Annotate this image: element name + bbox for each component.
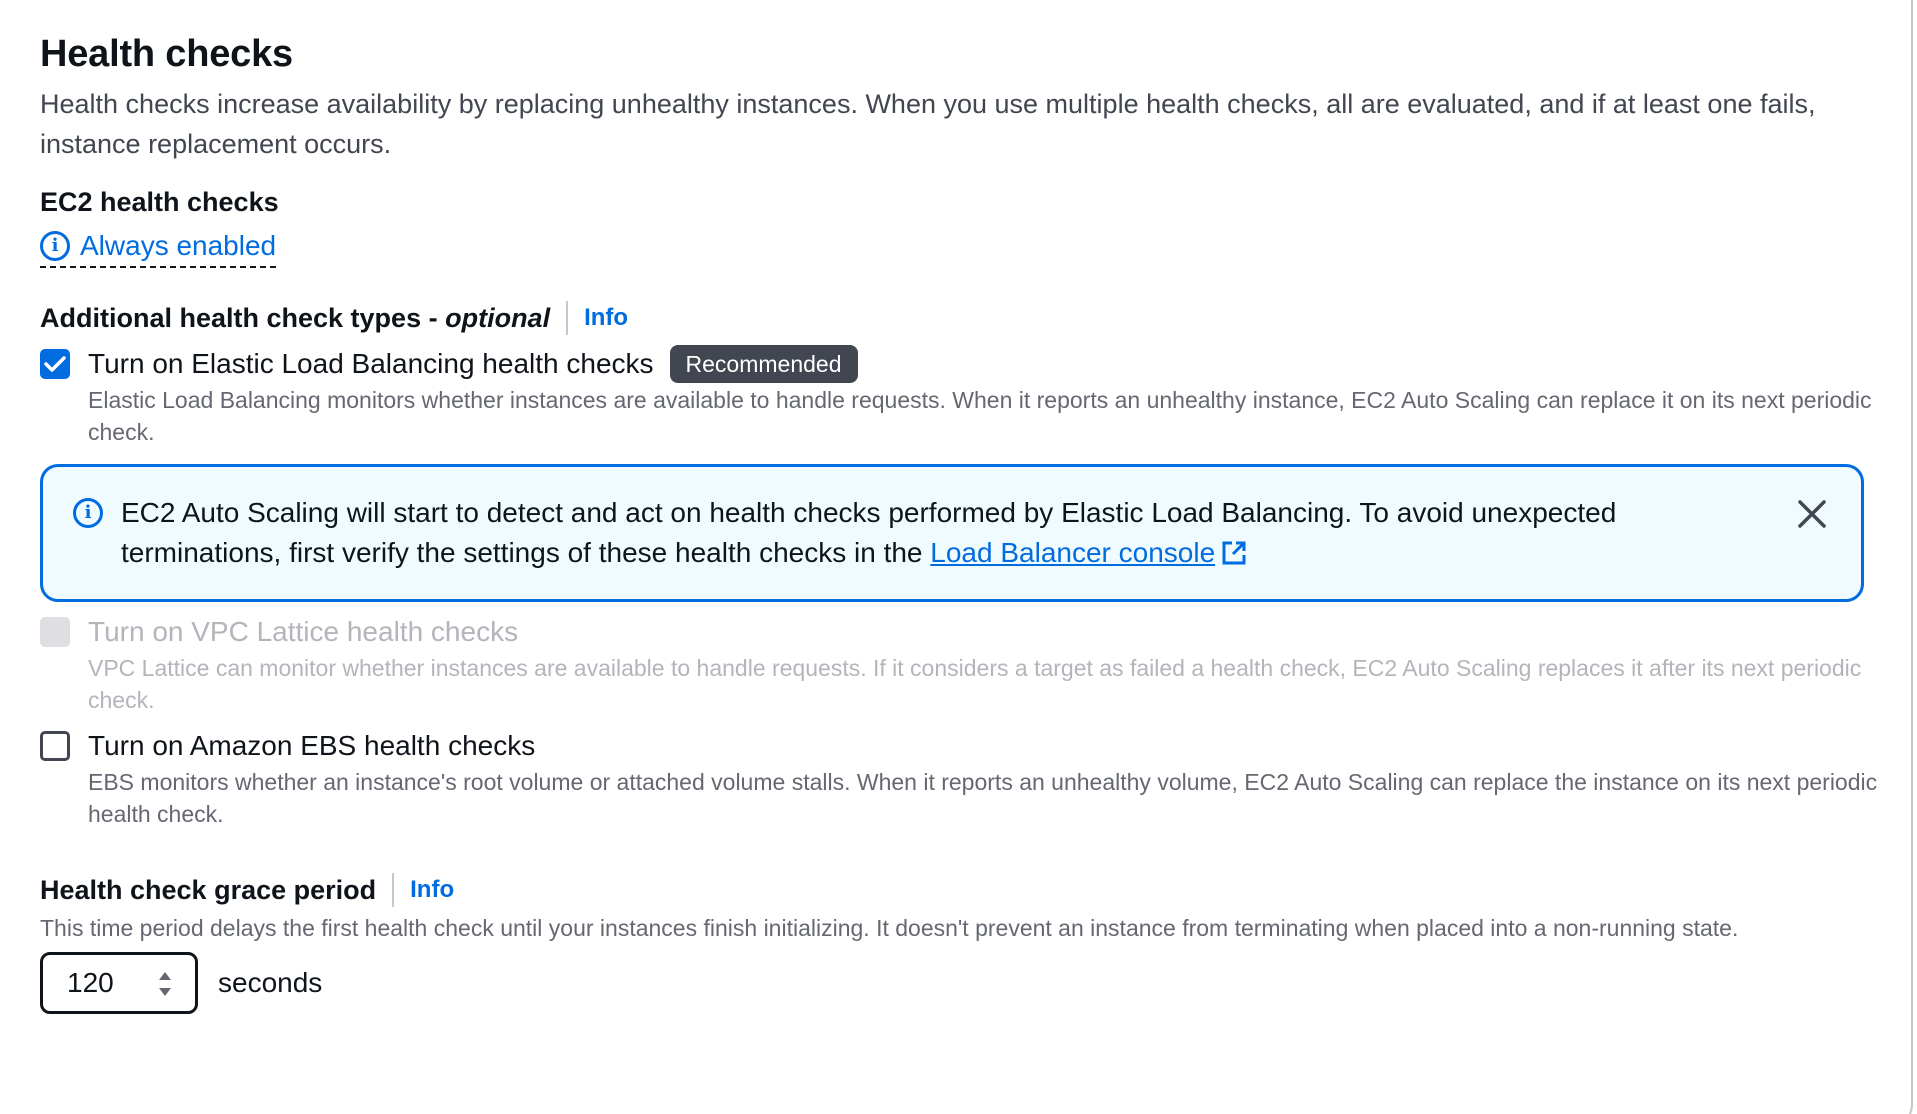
page: Health checks Health checks increase ava… bbox=[0, 0, 1917, 1114]
grace-period-description: This time period delays the first health… bbox=[40, 915, 1739, 941]
grace-period-unit: seconds bbox=[218, 967, 323, 998]
check-icon bbox=[44, 356, 66, 372]
grace-label-divider bbox=[392, 873, 395, 907]
alert-message: EC2 Auto Scaling will start to detect an… bbox=[121, 497, 1617, 568]
additional-info-link[interactable]: Info bbox=[584, 304, 628, 332]
alert-close-icon[interactable] bbox=[1795, 497, 1829, 531]
grace-period-label: Health check grace period bbox=[40, 875, 377, 905]
additional-health-checks-group: Additional health check types - optional… bbox=[40, 298, 1880, 830]
grace-period-group: Health check grace period Info This time… bbox=[40, 870, 1880, 1014]
elb-health-check-title-row: Turn on Elastic Load Balancing health ch… bbox=[88, 344, 1878, 384]
elb-health-check-option: Turn on Elastic Load Balancing health ch… bbox=[40, 344, 1880, 448]
ebs-health-check-option: Turn on Amazon EBS health checks EBS mon… bbox=[40, 726, 1880, 830]
health-checks-content: Health checks Health checks increase ava… bbox=[40, 28, 1880, 1014]
always-enabled-popover-trigger[interactable]: i Always enabled bbox=[40, 230, 277, 268]
vpc-lattice-health-check-description: VPC Lattice can monitor whether instance… bbox=[88, 655, 1862, 713]
ebs-health-check-checkbox[interactable] bbox=[40, 731, 70, 761]
grace-period-input-wrapper bbox=[40, 952, 198, 1014]
grace-period-info-link[interactable]: Info bbox=[410, 876, 454, 904]
label-divider bbox=[566, 301, 569, 335]
elb-health-check-checkbox[interactable] bbox=[40, 349, 70, 379]
optional-label: optional bbox=[445, 303, 551, 333]
load-balancer-console-link[interactable]: Load Balancer console bbox=[930, 537, 1215, 568]
section-description: Health checks increase availability by r… bbox=[40, 89, 1816, 159]
vpc-lattice-health-check-label: Turn on VPC Lattice health checks bbox=[88, 616, 519, 647]
vpc-lattice-health-check-checkbox bbox=[40, 617, 70, 647]
recommended-badge: Recommended bbox=[669, 345, 858, 383]
ebs-health-check-description: EBS monitors whether an instance's root … bbox=[88, 769, 1878, 827]
additional-health-checks-label: Additional health check types - optional bbox=[40, 303, 551, 333]
external-link-icon bbox=[1222, 541, 1246, 565]
ebs-health-check-label[interactable]: Turn on Amazon EBS health checks bbox=[88, 726, 1878, 766]
spinner-arrows-icon[interactable] bbox=[157, 969, 173, 999]
vpc-lattice-health-check-option: Turn on VPC Lattice health checks VPC La… bbox=[40, 612, 1880, 716]
elb-health-check-label[interactable]: Turn on Elastic Load Balancing health ch… bbox=[88, 344, 654, 384]
alert-info-icon: i bbox=[73, 498, 103, 528]
grace-period-input[interactable] bbox=[67, 967, 127, 999]
always-enabled-text: Always enabled bbox=[80, 230, 277, 261]
section-title: Health checks bbox=[40, 33, 293, 75]
ec2-health-checks-group: EC2 health checks i Always enabled bbox=[40, 182, 1880, 268]
info-circle-icon: i bbox=[40, 231, 70, 261]
ec2-health-checks-label: EC2 health checks bbox=[40, 187, 279, 217]
elb-health-check-description: Elastic Load Balancing monitors whether … bbox=[88, 387, 1872, 445]
elb-info-alert: i EC2 Auto Scaling will start to detect … bbox=[40, 464, 1864, 602]
